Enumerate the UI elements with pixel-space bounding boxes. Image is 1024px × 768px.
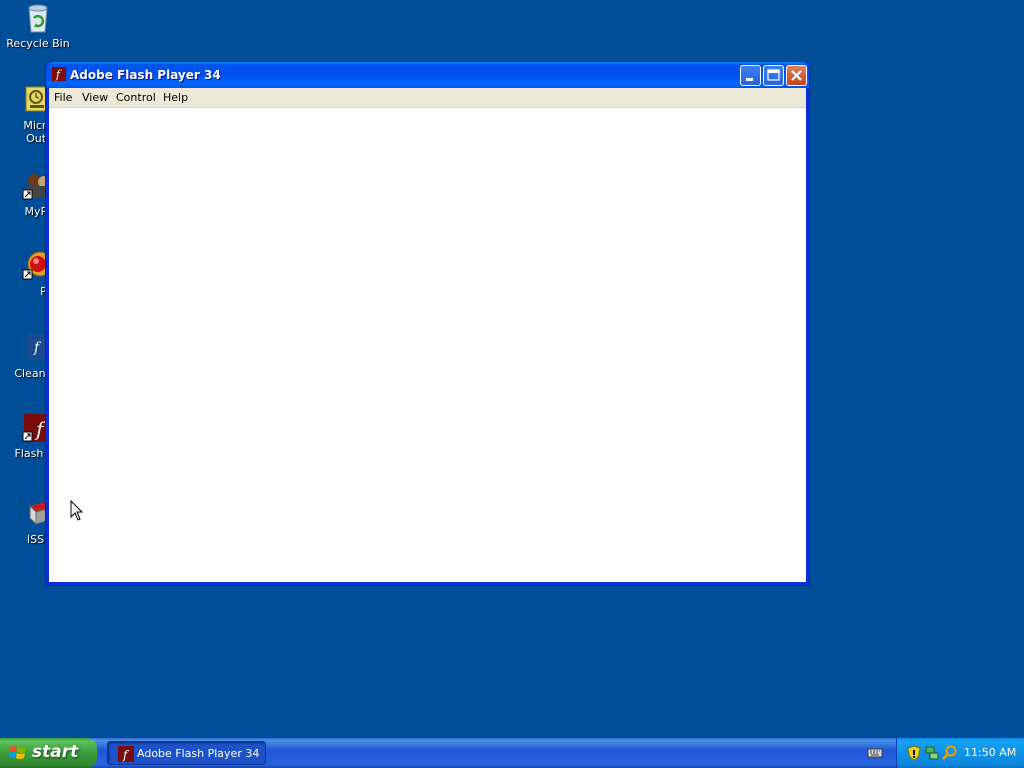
start-button[interactable]: start [0,738,97,768]
menu-file[interactable]: File [54,91,72,104]
clock[interactable]: 11:50 AM [964,746,1016,759]
start-label: start [32,742,79,762]
recycle-bin-icon [22,2,54,34]
maximize-icon [767,69,780,81]
menu-help[interactable]: Help [163,91,188,104]
network-icon[interactable] [924,745,940,761]
taskbar-item-label: Adobe Flash Player 34 [137,747,260,760]
maximize-button[interactable] [763,65,784,86]
taskbar-item-flash-player[interactable]: f Adobe Flash Player 34 [107,741,266,765]
system-tray: 11:50 AM [896,738,1024,768]
flash-content-area[interactable] [49,107,806,582]
windows-logo-icon [8,745,27,761]
menu-control[interactable]: Control [116,91,156,104]
close-icon [791,70,802,81]
search-icon[interactable] [942,745,958,761]
keyboard-icon[interactable] [867,745,883,761]
window-titlebar[interactable]: f Adobe Flash Player 34 [46,62,809,88]
minimize-button[interactable] [740,65,761,86]
minimize-icon [746,78,753,81]
mouse-cursor-icon [70,499,84,522]
menu-view[interactable]: View [82,91,108,104]
menu-bar: File View Control Help [49,88,806,107]
window-title: Adobe Flash Player 34 [70,68,221,82]
security-shield-icon[interactable] [906,745,922,761]
desktop-icon-recycle-bin[interactable]: Recycle Bin [0,2,76,50]
desktop-icon-label: Recycle Bin [6,37,70,50]
close-button[interactable] [786,65,807,86]
flash-player-icon: f [52,67,66,81]
flash-player-window[interactable]: f Adobe Flash Player 34 File View Contro… [45,61,810,586]
flash-player-icon: f [118,746,134,762]
